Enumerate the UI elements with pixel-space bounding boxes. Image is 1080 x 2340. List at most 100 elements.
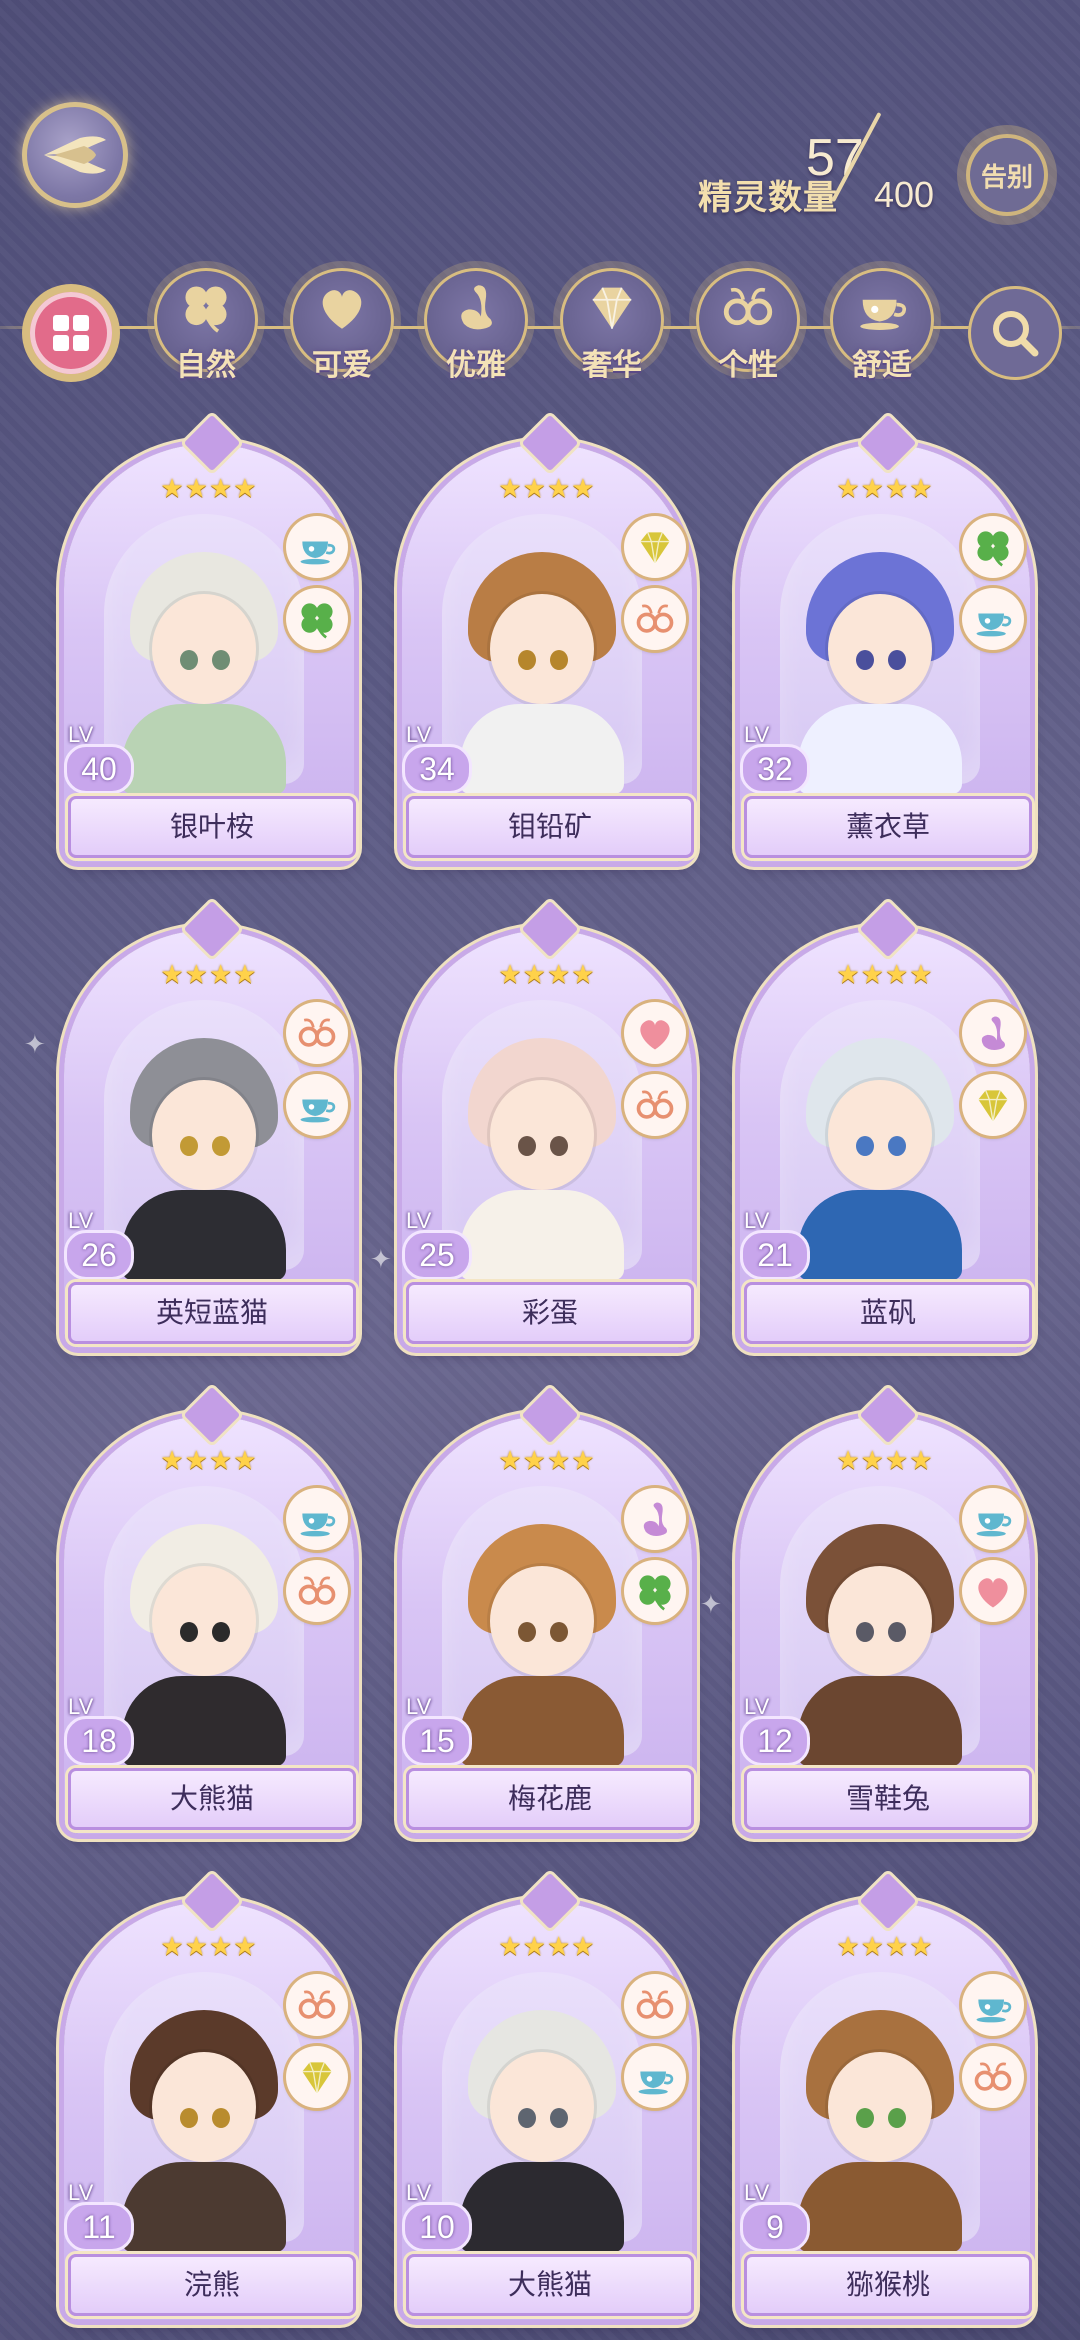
filter-tab[interactable]: 奢华 bbox=[560, 268, 670, 398]
portrait-eye bbox=[888, 650, 906, 670]
sprite-portrait bbox=[780, 514, 980, 794]
sprite-name: 雪鞋兔 bbox=[744, 1768, 1032, 1830]
portrait-face bbox=[152, 1080, 256, 1190]
portrait-face bbox=[152, 1566, 256, 1676]
portrait-eye bbox=[518, 650, 536, 670]
portrait-eye bbox=[550, 650, 568, 670]
portrait-eye bbox=[856, 1136, 874, 1156]
level-number: 10 bbox=[402, 2202, 472, 2252]
level-number: 34 bbox=[402, 744, 472, 794]
sprite-card[interactable]: ★★★★ LV 12 雪鞋兔 bbox=[740, 1382, 1032, 1834]
sprite-card[interactable]: ★★★★ LV 25 彩蛋 bbox=[402, 896, 694, 1348]
level-number: 15 bbox=[402, 1716, 472, 1766]
portrait-body bbox=[798, 1190, 962, 1280]
portrait-eye bbox=[856, 1622, 874, 1642]
star-rating: ★★★★ bbox=[836, 1446, 934, 1476]
filter-tab[interactable]: 可爱 bbox=[290, 268, 400, 398]
teacup-icon bbox=[853, 278, 911, 340]
sprite-portrait bbox=[780, 1972, 980, 2252]
filter-tab[interactable]: 优雅 bbox=[424, 268, 534, 398]
sprite-name: 薰衣草 bbox=[744, 796, 1032, 858]
sprite-card[interactable]: ★★★★ LV 11 浣熊 bbox=[64, 1868, 356, 2320]
sprite-portrait bbox=[104, 1486, 304, 1766]
sprite-card[interactable]: ★★★★ LV 21 蓝矾 bbox=[740, 896, 1032, 1348]
sprite-card[interactable]: ★★★★ LV 9 猕猴桃 bbox=[740, 1868, 1032, 2320]
glasses-tag-icon bbox=[624, 588, 686, 650]
filter-tab[interactable]: 个性 bbox=[696, 268, 806, 398]
level-number: 9 bbox=[740, 2202, 810, 2252]
sprite-card[interactable]: ★★★★ LV 18 大熊猫 bbox=[64, 1382, 356, 1834]
sprite-card[interactable]: ★★★★ LV 15 梅花鹿 bbox=[402, 1382, 694, 1834]
portrait-face bbox=[152, 594, 256, 704]
portrait-eye bbox=[180, 650, 198, 670]
portrait-body bbox=[798, 1676, 962, 1766]
clover-icon bbox=[177, 278, 235, 340]
teacup-tag-icon bbox=[962, 1974, 1024, 2036]
sprite-card[interactable]: ★★★★ LV 32 薰衣草 bbox=[740, 410, 1032, 862]
sprite-portrait bbox=[442, 1000, 642, 1280]
level-number: 40 bbox=[64, 744, 134, 794]
filter-tab-label: 优雅 bbox=[446, 348, 506, 383]
sprite-name: 银叶桉 bbox=[68, 796, 356, 858]
portrait-eye bbox=[888, 1622, 906, 1642]
portrait-eye bbox=[856, 650, 874, 670]
level-number: 11 bbox=[64, 2202, 134, 2252]
portrait-face bbox=[152, 2052, 256, 2162]
sparkle-icon: ✦ bbox=[370, 1245, 392, 1275]
sprite-card[interactable]: ★★★★ LV 10 大熊猫 bbox=[402, 1868, 694, 2320]
portrait-eye bbox=[212, 1622, 230, 1642]
portrait-eye bbox=[180, 1136, 198, 1156]
portrait-eye bbox=[180, 1622, 198, 1642]
swan-tag-icon bbox=[624, 1488, 686, 1550]
glasses-tag-icon bbox=[286, 1974, 348, 2036]
star-rating: ★★★★ bbox=[160, 960, 258, 990]
portrait-face bbox=[828, 2052, 932, 2162]
portrait-eye bbox=[550, 2108, 568, 2128]
glasses-tag-icon bbox=[286, 1002, 348, 1064]
sprite-name: 钼铅矿 bbox=[406, 796, 694, 858]
sprite-portrait bbox=[104, 514, 304, 794]
glasses-tag-icon bbox=[624, 1974, 686, 2036]
star-rating: ★★★★ bbox=[498, 1446, 596, 1476]
star-rating: ★★★★ bbox=[498, 1932, 596, 1962]
star-rating: ★★★★ bbox=[160, 474, 258, 504]
filter-tab-label: 可爱 bbox=[312, 348, 372, 383]
back-button[interactable] bbox=[22, 102, 128, 208]
portrait-body bbox=[122, 1190, 286, 1280]
portrait-eye bbox=[212, 2108, 230, 2128]
filter-tab[interactable]: 舒适 bbox=[830, 268, 940, 398]
filter-tab-label: 舒适 bbox=[852, 348, 912, 383]
portrait-face bbox=[490, 1566, 594, 1676]
clover-tag-icon bbox=[624, 1560, 686, 1622]
teacup-tag-icon bbox=[286, 1074, 348, 1136]
star-rating: ★★★★ bbox=[836, 1932, 934, 1962]
filter-tab[interactable]: 自然 bbox=[154, 268, 264, 398]
sprite-card[interactable]: ★★★★ LV 26 英短蓝猫 bbox=[64, 896, 356, 1348]
filter-all-button[interactable] bbox=[30, 292, 112, 374]
glasses-tag-icon bbox=[624, 1074, 686, 1136]
search-button[interactable] bbox=[968, 286, 1062, 380]
farewell-button[interactable]: 告别 bbox=[966, 134, 1048, 216]
heart-tag-icon bbox=[624, 1002, 686, 1064]
sprite-card[interactable]: ★★★★ LV 34 钼铅矿 bbox=[402, 410, 694, 862]
heart-icon bbox=[313, 278, 371, 340]
portrait-eye bbox=[550, 1622, 568, 1642]
portrait-face bbox=[828, 594, 932, 704]
level-number: 12 bbox=[740, 1716, 810, 1766]
diamond-tag-icon bbox=[962, 1074, 1024, 1136]
portrait-eye bbox=[518, 2108, 536, 2128]
filter-tab-label: 个性 bbox=[718, 348, 778, 383]
glasses-icon bbox=[719, 278, 777, 340]
star-rating: ★★★★ bbox=[836, 960, 934, 990]
sprite-name: 大熊猫 bbox=[406, 2254, 694, 2316]
portrait-body bbox=[460, 1676, 624, 1766]
sprite-portrait bbox=[442, 1486, 642, 1766]
clover-tag-icon bbox=[962, 516, 1024, 578]
diamond-tag-icon bbox=[286, 2046, 348, 2108]
glasses-tag-icon bbox=[962, 2046, 1024, 2108]
teacup-tag-icon bbox=[624, 2046, 686, 2108]
teacup-tag-icon bbox=[286, 516, 348, 578]
sprite-card[interactable]: ★★★★ LV 40 银叶桉 bbox=[64, 410, 356, 862]
portrait-body bbox=[798, 2162, 962, 2252]
sprite-count-max: 400 bbox=[874, 174, 935, 215]
